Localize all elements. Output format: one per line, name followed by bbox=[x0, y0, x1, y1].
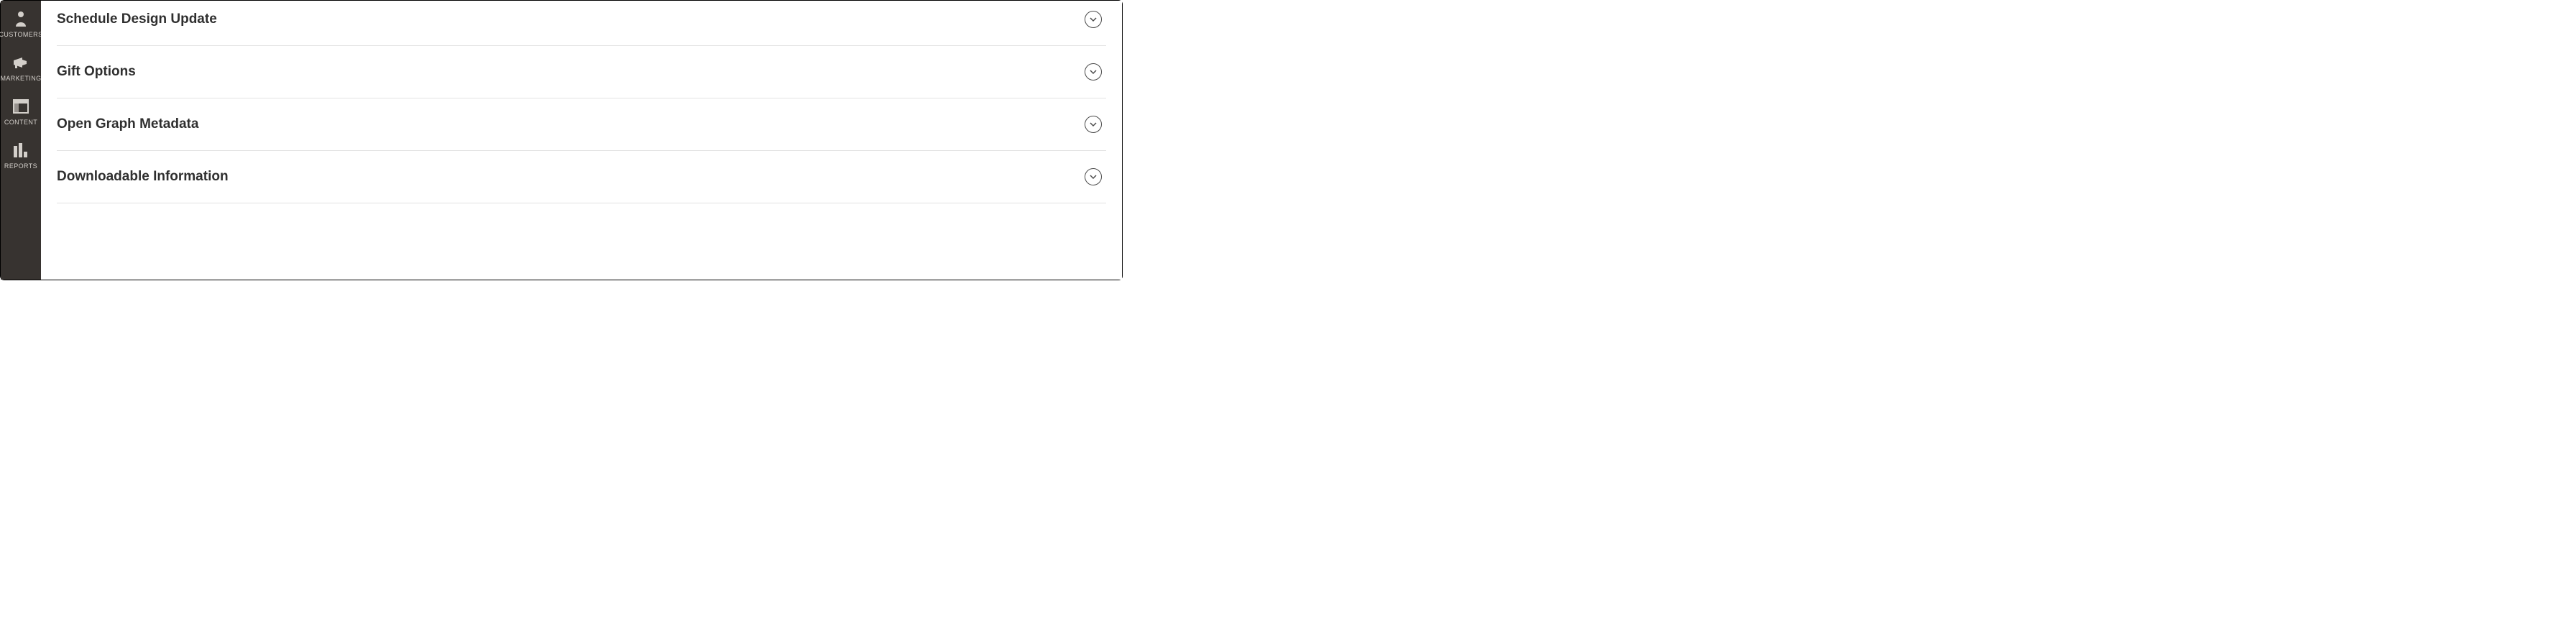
accordion-title: Schedule Design Update bbox=[57, 12, 217, 27]
bar-chart-icon bbox=[13, 140, 29, 160]
sidebar-item-content[interactable]: CONTENT bbox=[1, 91, 41, 134]
chevron-down-icon bbox=[1085, 11, 1102, 28]
sidebar-item-marketing[interactable]: MARKETING bbox=[1, 47, 41, 91]
accordion-title: Downloadable Information bbox=[57, 169, 229, 185]
sidebar-item-label: MARKETING bbox=[0, 75, 41, 82]
main-content: Schedule Design Update Gift Options Open… bbox=[41, 1, 1122, 280]
sidebar: CUSTOMERS MARKETING CONTENT bbox=[1, 1, 41, 280]
sidebar-item-label: REPORTS bbox=[4, 162, 37, 170]
person-icon bbox=[14, 9, 27, 29]
accordion-title: Open Graph Metadata bbox=[57, 116, 198, 132]
accordion-title: Gift Options bbox=[57, 64, 136, 80]
chevron-down-icon bbox=[1085, 168, 1102, 185]
accordion-open-graph-metadata[interactable]: Open Graph Metadata bbox=[57, 98, 1106, 151]
sidebar-item-customers[interactable]: CUSTOMERS bbox=[1, 3, 41, 47]
megaphone-icon bbox=[12, 52, 29, 73]
accordion-gift-options[interactable]: Gift Options bbox=[57, 46, 1106, 98]
chevron-down-icon bbox=[1085, 63, 1102, 80]
accordion-schedule-design-update[interactable]: Schedule Design Update bbox=[57, 1, 1106, 46]
sidebar-item-label: CONTENT bbox=[4, 119, 37, 126]
sidebar-item-label: CUSTOMERS bbox=[0, 31, 42, 38]
sidebar-item-reports[interactable]: REPORTS bbox=[1, 134, 41, 178]
layout-icon bbox=[13, 96, 29, 116]
accordion-downloadable-information[interactable]: Downloadable Information bbox=[57, 151, 1106, 203]
chevron-down-icon bbox=[1085, 116, 1102, 133]
